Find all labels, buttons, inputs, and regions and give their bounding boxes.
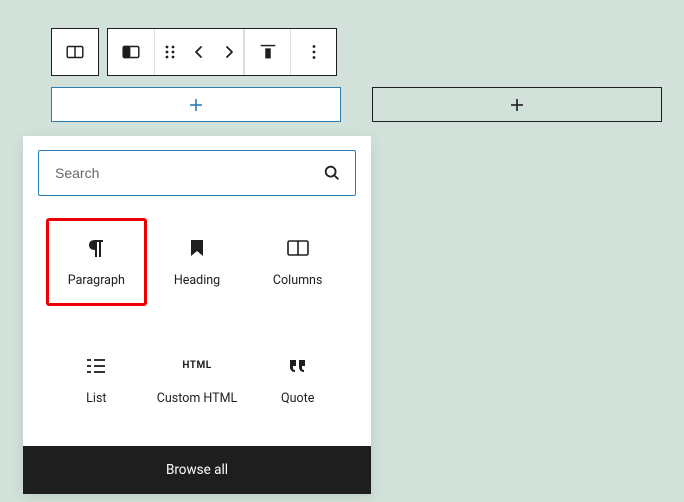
search-input[interactable] (53, 164, 323, 182)
block-inserter-panel: Paragraph Heading Columns (23, 136, 371, 494)
column-block-button[interactable] (108, 29, 154, 75)
align-button[interactable] (244, 29, 290, 75)
columns-parent-btn-group (51, 28, 99, 76)
pilcrow-icon (87, 237, 105, 259)
more-options-button[interactable] (290, 29, 336, 75)
block-label: Heading (174, 273, 220, 288)
block-quote[interactable]: Quote (247, 336, 348, 424)
search-icon (323, 164, 341, 182)
block-list[interactable]: List (46, 336, 147, 424)
quote-icon (288, 355, 308, 377)
move-right-button[interactable] (214, 29, 244, 75)
list-icon (86, 355, 106, 377)
block-label: List (86, 391, 106, 406)
move-left-button[interactable] (184, 29, 214, 75)
block-columns[interactable]: Columns (247, 218, 348, 306)
bookmark-icon (190, 237, 204, 259)
block-heading[interactable]: Heading (147, 218, 248, 306)
browse-all-button[interactable]: Browse all (23, 446, 371, 494)
block-toolbar (51, 28, 337, 76)
block-label: Quote (281, 391, 314, 406)
columns-placeholder (51, 87, 662, 122)
columns-block-button[interactable] (52, 29, 98, 75)
plus-icon (187, 96, 205, 114)
block-label: Paragraph (68, 273, 125, 288)
search-input-wrap[interactable] (38, 150, 356, 196)
columns-icon (287, 237, 309, 259)
blocks-grid: Paragraph Heading Columns (23, 206, 371, 446)
plus-icon (508, 96, 526, 114)
add-block-button-left[interactable] (51, 87, 341, 122)
html-icon: HTML (182, 355, 211, 377)
add-block-button-right[interactable] (372, 87, 662, 122)
block-label: Columns (273, 273, 323, 288)
block-label: Custom HTML (157, 391, 237, 406)
drag-handle[interactable] (154, 29, 184, 75)
block-custom-html[interactable]: HTML Custom HTML (147, 336, 248, 424)
block-paragraph[interactable]: Paragraph (46, 218, 147, 306)
column-tools-group (107, 28, 337, 76)
